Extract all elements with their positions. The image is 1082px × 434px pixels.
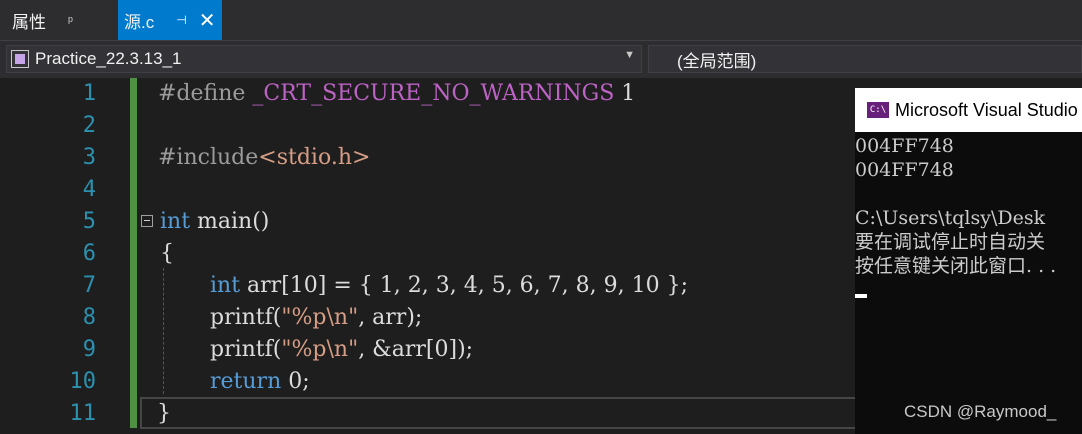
line-number: 10 bbox=[69, 369, 97, 394]
current-line-highlight bbox=[140, 397, 860, 429]
navigation-bar: Practice_22.3.13_1 ▼ (全局范围) bbox=[0, 40, 1082, 78]
tab-source-label: 源.c bbox=[124, 12, 155, 32]
code-text: arr[10] = { 1, 2, 3, 4, 5, 6, 7, 8, 9, 1… bbox=[240, 273, 689, 298]
keyword: int bbox=[160, 209, 191, 234]
line-number: 7 bbox=[82, 273, 96, 298]
code-line-5: int main() bbox=[160, 206, 269, 238]
console-title-bar[interactable]: C:\ Microsoft Visual Studio bbox=[855, 88, 1082, 132]
document-tab-strip: 属性 ᵖ 源.c ⊣ ✕ bbox=[0, 0, 1082, 40]
pin-icon[interactable]: ⊣ bbox=[176, 13, 186, 27]
keyword: int bbox=[210, 273, 241, 298]
console-line: 004FF748 bbox=[855, 135, 954, 157]
console-line: 004FF748 bbox=[855, 159, 954, 181]
close-icon[interactable]: ✕ bbox=[199, 8, 216, 33]
macro-name: _CRT_SECURE_NO_WARNINGS bbox=[252, 81, 615, 106]
change-tracking-bar bbox=[130, 78, 137, 428]
code-line-8: printf("%p\n", arr); bbox=[210, 302, 422, 334]
collapse-icon[interactable] bbox=[141, 215, 153, 227]
code-line-7: int arr[10] = { 1, 2, 3, 4, 5, 6, 7, 8, … bbox=[210, 270, 688, 302]
tab-properties[interactable]: 属性 ᵖ bbox=[0, 0, 118, 40]
console-line: 按任意键关闭此窗口. . . bbox=[855, 255, 1057, 277]
project-dropdown[interactable]: Practice_22.3.13_1 ▼ bbox=[6, 45, 642, 73]
console-title: Microsoft Visual Studio bbox=[895, 99, 1078, 120]
line-number: 8 bbox=[82, 305, 96, 330]
scope-label: (全局范围) bbox=[677, 51, 757, 71]
indent-guide bbox=[163, 268, 164, 394]
line-number: 4 bbox=[82, 177, 96, 202]
line-number: 2 bbox=[82, 113, 96, 138]
code-line-11: } bbox=[157, 401, 171, 426]
console-window[interactable]: C:\ Microsoft Visual Studio 004FF748 004F… bbox=[855, 88, 1082, 434]
tab-properties-label: 属性 bbox=[12, 12, 46, 32]
code-text: main() bbox=[190, 209, 270, 234]
line-number: 6 bbox=[82, 241, 96, 266]
project-name: Practice_22.3.13_1 bbox=[35, 49, 182, 68]
code-text: 0; bbox=[281, 369, 310, 394]
line-number: 9 bbox=[82, 337, 96, 362]
console-output: 004FF748 004FF748 C:\Users\tqlsy\Desk 要在调试停… bbox=[855, 134, 1082, 278]
watermark: CSDN @Raymood_ bbox=[904, 402, 1057, 421]
console-line: 要在调试停止时自动关 bbox=[855, 231, 1046, 253]
line-number: 5 bbox=[82, 209, 96, 234]
code-text: , &arr[0]); bbox=[358, 337, 474, 362]
string-literal: "%p\n" bbox=[281, 305, 359, 330]
project-icon bbox=[11, 50, 29, 68]
function-call: printf( bbox=[210, 337, 282, 362]
macro-value: 1 bbox=[614, 81, 636, 106]
code-line-10: return 0; bbox=[210, 366, 310, 398]
chevron-down-icon[interactable]: ▼ bbox=[624, 49, 635, 61]
selection-margin bbox=[0, 78, 28, 434]
console-line: C:\Users\tqlsy\Desk bbox=[855, 207, 1046, 229]
line-number: 11 bbox=[69, 401, 97, 426]
preprocessor-directive: #define bbox=[158, 81, 246, 106]
pin-icon[interactable]: ᵖ bbox=[68, 13, 73, 28]
include-header: <stdio.h> bbox=[258, 145, 371, 170]
tab-source-file[interactable]: 源.c ⊣ ✕ bbox=[118, 0, 222, 40]
function-call: printf( bbox=[210, 305, 282, 330]
code-line-1: #define _CRT_SECURE_NO_WARNINGS 1 bbox=[158, 78, 635, 110]
line-number: 1 bbox=[82, 81, 96, 106]
code-line-9: printf("%p\n", &arr[0]); bbox=[210, 334, 473, 366]
console-cursor bbox=[855, 294, 867, 298]
line-number: 3 bbox=[82, 145, 96, 170]
preprocessor-directive: #include bbox=[158, 145, 259, 170]
scope-dropdown[interactable]: (全局范围) bbox=[648, 45, 1082, 73]
code-text: , arr); bbox=[358, 305, 423, 330]
code-line-6: { bbox=[160, 241, 174, 266]
string-literal: "%p\n" bbox=[281, 337, 359, 362]
code-line-3: #include<stdio.h> bbox=[158, 142, 370, 174]
keyword: return bbox=[210, 369, 282, 394]
console-app-icon: C:\ bbox=[867, 102, 889, 118]
